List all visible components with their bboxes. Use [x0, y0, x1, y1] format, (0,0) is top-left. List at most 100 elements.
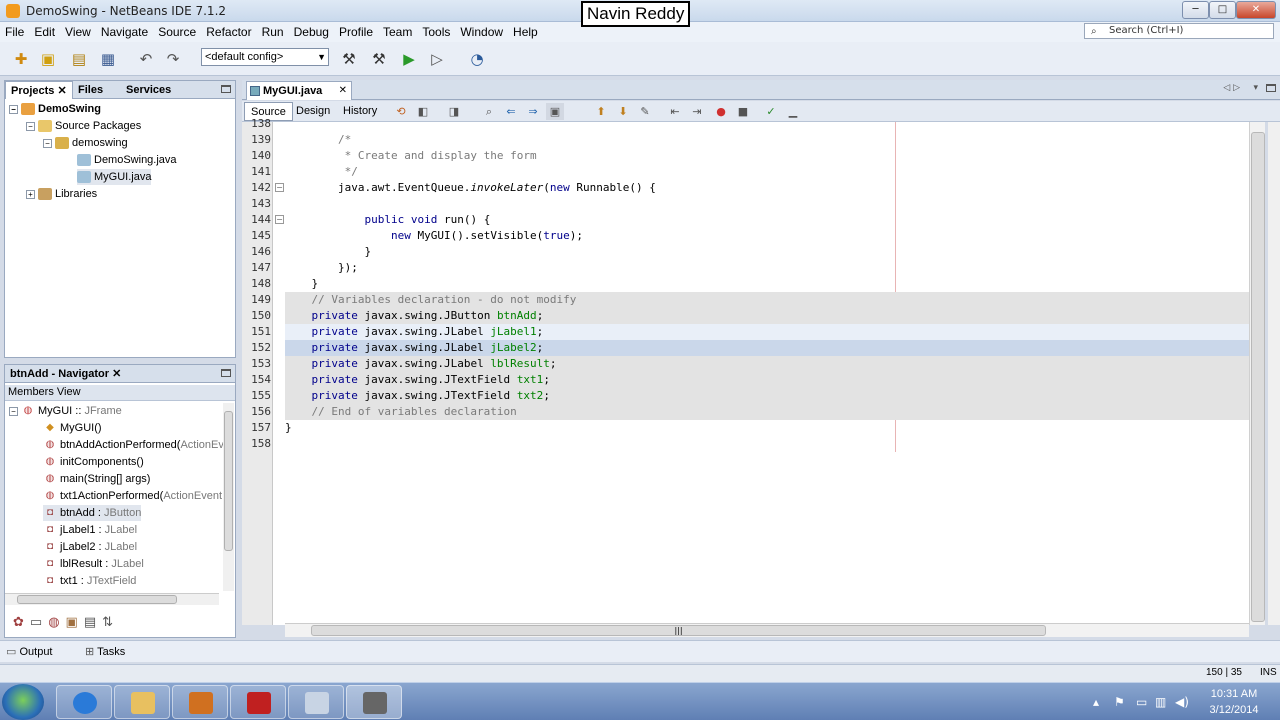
code-line[interactable]: private javax.swing.JTextField txt2;	[285, 388, 1249, 404]
taskbar-explorer[interactable]	[114, 685, 170, 719]
member-row[interactable]: ◍ btnAddActionPerformed(ActionEve	[43, 437, 230, 453]
member-row[interactable]: ◍ txt1ActionPerformed(ActionEvent e	[43, 488, 232, 504]
code-line[interactable]: }	[285, 276, 1249, 292]
tasks-button[interactable]: ⊞ Tasks	[85, 644, 125, 660]
close-icon[interactable]: ✕	[339, 82, 347, 100]
sort-icon[interactable]: ⇅	[102, 615, 113, 631]
tree-item-project[interactable]: − DemoSwing	[9, 101, 101, 117]
member-row[interactable]: ◘ jLabel1 : JLabel	[43, 522, 137, 538]
close-button[interactable]: ✕	[1236, 1, 1276, 19]
menu-help[interactable]: Help	[508, 25, 543, 39]
code-line[interactable]: private javax.swing.JLabel jLabel1;	[285, 324, 1249, 340]
member-row[interactable]: ◘ jLabel2 : JLabel	[43, 539, 137, 555]
toggle-bookmark-icon[interactable]: ✎	[636, 103, 654, 120]
taskbar-window[interactable]	[346, 685, 402, 719]
tray-display-icon[interactable]: ▭	[1136, 695, 1147, 709]
search-input[interactable]: ⌕ Search (Ctrl+I)	[1084, 23, 1274, 39]
output-button[interactable]: ▭ Output	[6, 644, 53, 660]
filter-static-icon[interactable]: ◍	[48, 615, 59, 631]
expand-icon[interactable]: +	[26, 189, 35, 199]
clock[interactable]: 10:31 AM 3/12/2014	[1194, 686, 1274, 718]
menu-refactor[interactable]: Refactor	[201, 25, 256, 39]
tray-volume-icon[interactable]: ◀)	[1175, 695, 1189, 709]
tree-item-demoswing-package[interactable]: − demoswing	[43, 135, 128, 151]
shift-right-icon[interactable]: ⇥	[688, 103, 706, 120]
navigator-vscroll-thumb[interactable]	[224, 411, 233, 551]
tree-item-demoswing-java[interactable]: DemoSwing.java	[77, 152, 177, 168]
code-line[interactable]: // End of variables declaration	[285, 404, 1249, 420]
tray-arrow-icon[interactable]: ▴	[1093, 695, 1099, 709]
minimize-icon[interactable]	[221, 369, 231, 377]
member-row[interactable]: − ◍ MyGUI :: JFrame	[9, 403, 122, 419]
code-line[interactable]: public void run() {	[285, 212, 1249, 228]
code-line[interactable]: */	[285, 164, 1249, 180]
uncomment-icon[interactable]: ▁	[784, 103, 802, 120]
editor-vscroll-thumb[interactable]	[1251, 132, 1265, 622]
code-line[interactable]	[285, 436, 1249, 452]
close-icon[interactable]: ✕	[57, 85, 66, 97]
find-next-icon[interactable]: ⇒	[524, 103, 542, 120]
tab-history[interactable]: History	[337, 102, 383, 121]
tray-network-icon[interactable]: ▥	[1155, 695, 1166, 709]
code-line[interactable]: }	[285, 244, 1249, 260]
navigator-vscrollbar[interactable]	[223, 403, 234, 591]
forward-icon[interactable]: ◨	[445, 103, 463, 120]
code-line[interactable]: });	[285, 260, 1249, 276]
taskbar-acrobat[interactable]	[230, 685, 286, 719]
next-bookmark-icon[interactable]: ⬇	[614, 103, 632, 120]
tree-item-source-packages[interactable]: − Source Packages	[26, 118, 141, 134]
navigator-hscroll-thumb[interactable]	[17, 595, 177, 604]
members-view-select[interactable]: Members View	[5, 385, 235, 401]
member-row[interactable]: ◍ initComponents()	[43, 454, 144, 470]
member-row[interactable]: ◘ txt1 : JTextField	[43, 573, 136, 589]
tray-flag-icon[interactable]: ⚑	[1114, 695, 1125, 709]
editor-hscrollbar[interactable]: |||	[285, 623, 1249, 637]
save-all-icon[interactable]: ▦	[97, 48, 119, 70]
undo-icon[interactable]: ↶	[135, 48, 157, 70]
find-icon[interactable]: ⌕	[480, 103, 498, 120]
menu-window[interactable]: Window	[455, 25, 508, 39]
menu-run[interactable]: Run	[257, 25, 289, 39]
menu-view[interactable]: View	[60, 25, 96, 39]
editor-hscroll-thumb[interactable]: |||	[311, 625, 1046, 636]
member-row[interactable]: ◘ lblResult : JLabel	[43, 556, 144, 572]
debug-icon[interactable]: ▷	[426, 48, 448, 70]
comment-icon[interactable]: ✓	[762, 103, 780, 120]
collapse-icon[interactable]: −	[9, 104, 18, 114]
tab-list-icon[interactable]: ▾	[1253, 83, 1258, 93]
code-line[interactable]: private javax.swing.JButton btnAdd;	[285, 308, 1249, 324]
menu-tools[interactable]: Tools	[417, 25, 455, 39]
code-line[interactable]: }	[285, 420, 1249, 436]
taskbar-netbeans[interactable]	[288, 685, 344, 719]
open-project-icon[interactable]: ▤	[68, 48, 90, 70]
menu-file[interactable]: File	[0, 25, 29, 39]
fold-toggle-icon[interactable]: −	[275, 183, 284, 192]
close-icon[interactable]: ✕	[112, 368, 121, 380]
code-line[interactable]: * Create and display the form	[285, 148, 1249, 164]
stop-macro-icon[interactable]: ■	[734, 103, 752, 120]
maximize-button[interactable]: □	[1209, 1, 1236, 19]
code-line[interactable]: /*	[285, 132, 1249, 148]
filter-nonpublic-icon[interactable]: ▣	[66, 615, 78, 631]
new-file-icon[interactable]: ✚	[10, 48, 32, 70]
menu-edit[interactable]: Edit	[29, 25, 60, 39]
tab-navigator[interactable]: btnAdd - Navigator ✕	[5, 365, 126, 383]
tab-projects[interactable]: Projects ✕	[5, 81, 73, 99]
build-icon[interactable]: ⚒	[338, 48, 360, 70]
new-project-icon[interactable]: ▣	[37, 48, 59, 70]
code-line[interactable]: private javax.swing.JTextField txt1;	[285, 372, 1249, 388]
toggle-highlight-icon[interactable]: ▣	[546, 103, 564, 120]
run-icon[interactable]: ▶	[398, 48, 420, 70]
start-button[interactable]	[2, 684, 44, 720]
menu-debug[interactable]: Debug	[289, 25, 334, 39]
prev-bookmark-icon[interactable]: ⬆	[592, 103, 610, 120]
find-prev-icon[interactable]: ⇐	[502, 103, 520, 120]
scroll-tabs-icon[interactable]: ◁ ▷	[1223, 83, 1240, 93]
member-row[interactable]: ◍ main(String[] args)	[43, 471, 151, 487]
editor-vscrollbar[interactable]	[1249, 122, 1265, 625]
profile-icon[interactable]: ◔	[466, 48, 488, 70]
code-line[interactable]: new MyGUI().setVisible(true);	[285, 228, 1249, 244]
menu-team[interactable]: Team	[378, 25, 417, 39]
record-macro-icon[interactable]: ●	[712, 103, 730, 120]
fold-toggle-icon[interactable]: −	[275, 215, 284, 224]
